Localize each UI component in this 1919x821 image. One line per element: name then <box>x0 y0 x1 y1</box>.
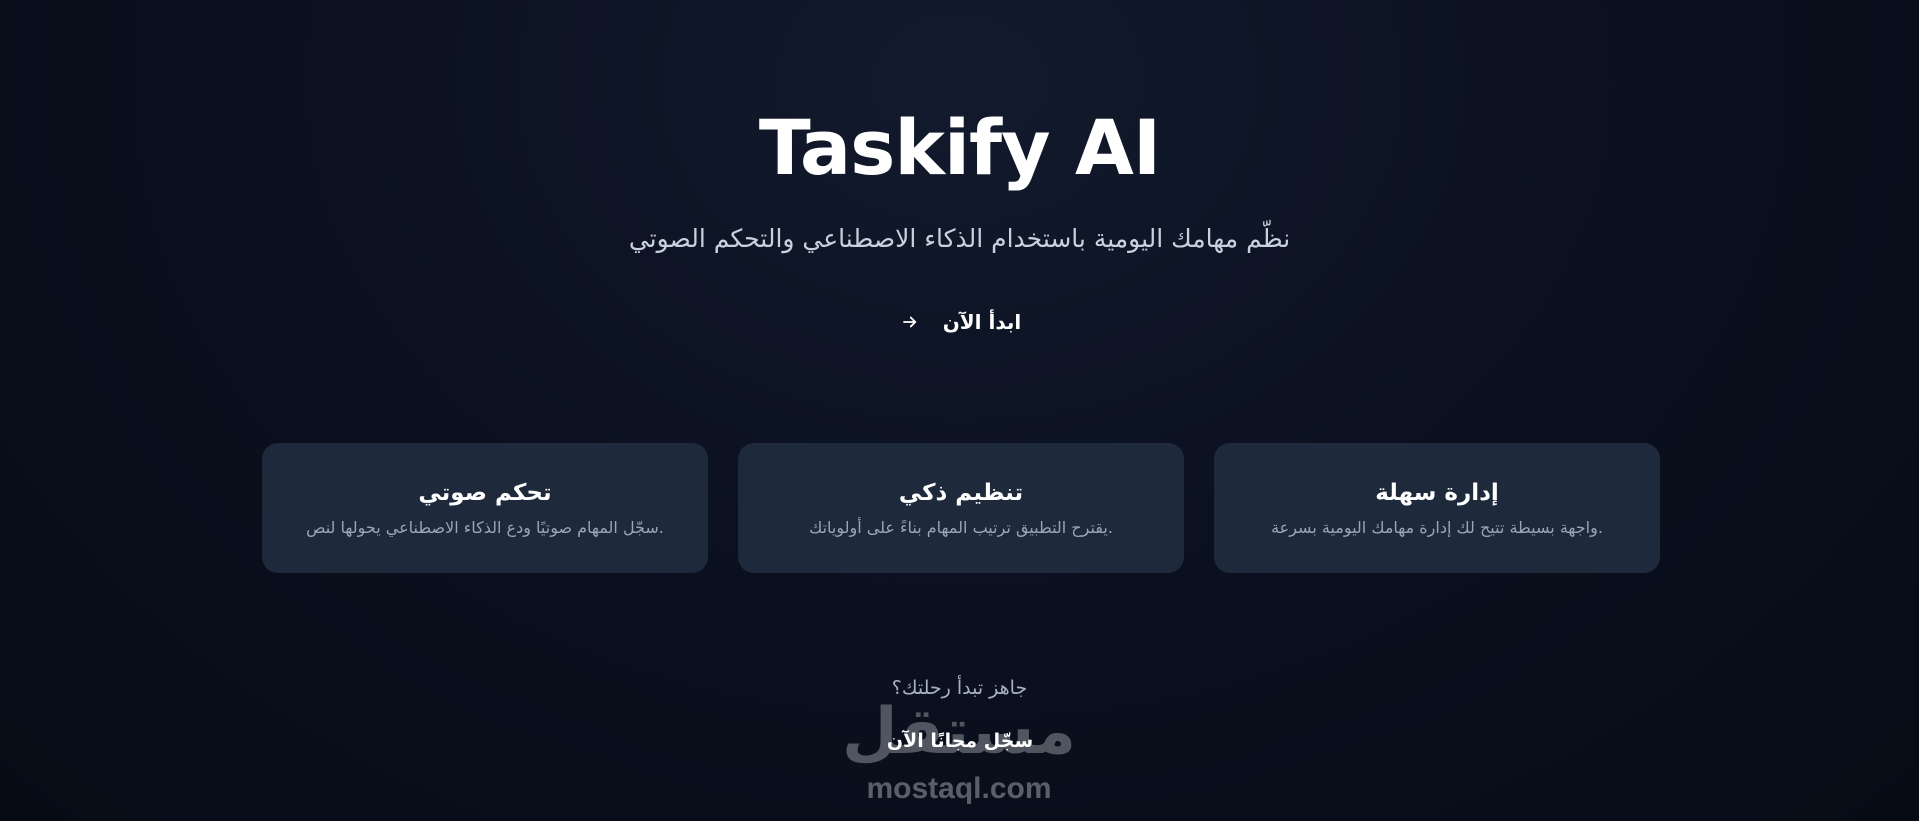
page-title: Taskify AI <box>758 103 1161 192</box>
signup-free-link[interactable]: سجّل مجانًا الآن <box>860 730 1060 752</box>
arrow-right-icon <box>899 311 921 333</box>
feature-card-smart-organization: تنظيم ذكي .يقترح التطبيق ترتيب المهام بن… <box>738 443 1184 573</box>
start-now-label: ابدأ الآن <box>942 310 1022 334</box>
hero-subtitle: نظّم مهامك اليومية باستخدام الذكاء الاصط… <box>628 224 1291 253</box>
feature-description: .واجهة بسيطة تتيح لك إدارة مهامك اليومية… <box>1271 517 1603 537</box>
ready-question: جاهز تبدأ رحلتك؟ <box>891 677 1028 699</box>
watermark-text: mostaql.com <box>866 772 1052 805</box>
mostaql-watermark: مستقل mostaql.com <box>842 700 1076 810</box>
feature-card-voice-control: تحكم صوتي .سجّل المهام صوتيًا ودع الذكاء… <box>262 443 708 573</box>
landing-page: Taskify AI نظّم مهامك اليومية باستخدام ا… <box>0 0 1919 821</box>
feature-card-easy-management: إدارة سهلة .واجهة بسيطة تتيح لك إدارة مه… <box>1214 443 1660 573</box>
feature-description: .سجّل المهام صوتيًا ودع الذكاء الاصطناعي… <box>306 517 664 537</box>
feature-description: .يقترح التطبيق ترتيب المهام بناءً على أو… <box>809 517 1113 537</box>
feature-title: إدارة سهلة <box>1375 479 1499 506</box>
start-now-button[interactable]: ابدأ الآن <box>880 300 1040 344</box>
features-section: إدارة سهلة .واجهة بسيطة تتيح لك إدارة مه… <box>260 443 1660 573</box>
feature-title: تنظيم ذكي <box>898 479 1024 506</box>
feature-title: تحكم صوتي <box>418 479 552 506</box>
